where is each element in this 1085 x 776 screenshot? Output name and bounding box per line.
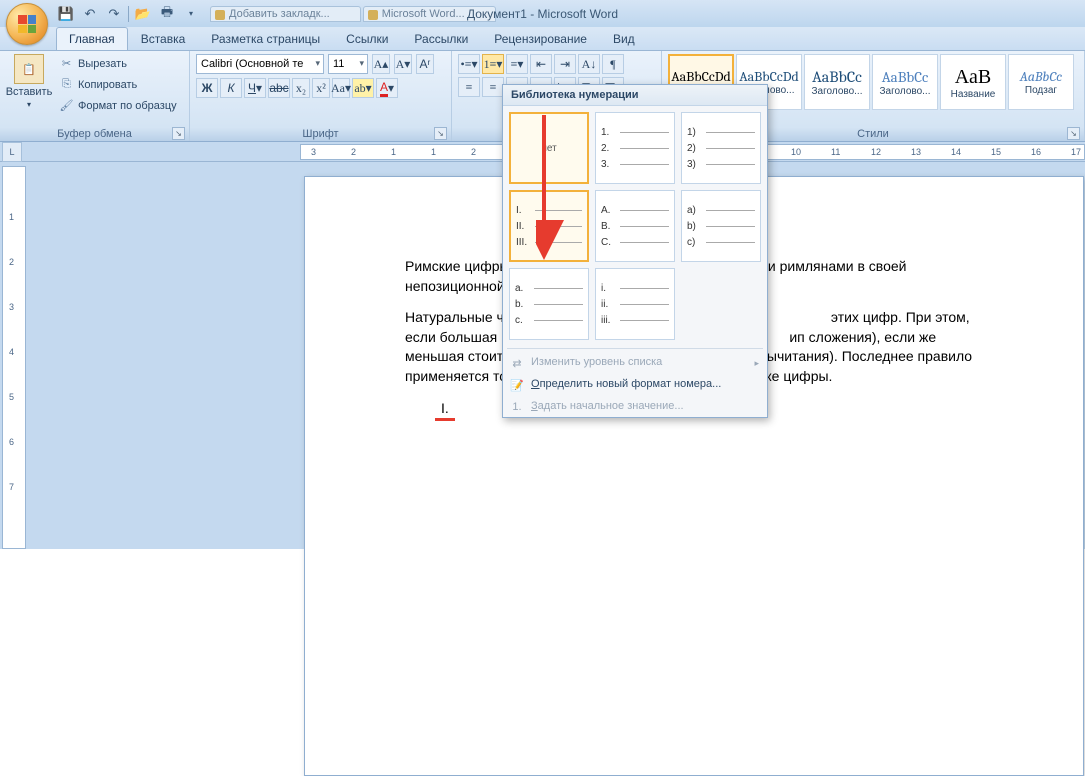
menu-change-level: ⇄ Изменить уровень списка▸ xyxy=(503,351,767,373)
scissors-icon: ✂ xyxy=(59,56,74,71)
highlight-button[interactable]: ab▾ xyxy=(352,78,374,98)
indent-dec-button[interactable]: ⇤ xyxy=(530,54,552,74)
numbering-header: Библиотека нумерации xyxy=(503,85,767,106)
tab-home[interactable]: Главная xyxy=(56,27,128,50)
vertical-ruler[interactable]: 1234567 xyxy=(2,166,26,549)
num-decimal-dot[interactable]: 1. 2. 3. xyxy=(595,112,675,184)
format-painter-button[interactable]: 🖌Формат по образцу xyxy=(56,96,180,115)
indent-inc-button[interactable]: ⇥ xyxy=(554,54,576,74)
clipboard-icon: 📋 xyxy=(14,54,44,84)
shrink-font-button[interactable]: A▾ xyxy=(394,54,412,74)
bold-button[interactable]: Ж xyxy=(196,78,218,98)
list-icon: 📝 xyxy=(509,377,525,393)
subscript-button[interactable]: x₂ xyxy=(292,78,310,98)
numbering-dropdown: Библиотека нумерации нет 1. 2. 3. 1) 2) … xyxy=(502,84,768,418)
tab-review[interactable]: Рецензирование xyxy=(481,27,600,50)
align-left-button[interactable]: ≡ xyxy=(458,77,480,97)
italic-button[interactable]: К xyxy=(220,78,242,98)
qat-redo-icon[interactable]: ↷ xyxy=(104,4,124,24)
menu-define-format[interactable]: 📝 Определить новый формат номера... xyxy=(503,373,767,395)
style-item-3[interactable]: AaBbCcЗаголово... xyxy=(872,54,938,110)
num-lower-alpha-paren[interactable]: a) b) c) xyxy=(681,190,761,262)
copy-icon: ⎘ xyxy=(59,77,74,92)
font-dialog-launch[interactable]: ↘ xyxy=(434,127,447,140)
superscript-button[interactable]: x² xyxy=(312,78,330,98)
clipboard-dialog-launch[interactable]: ↘ xyxy=(172,127,185,140)
indent-icon: ⇄ xyxy=(509,355,525,371)
change-case-button[interactable]: Aa▾ xyxy=(332,78,350,98)
paste-label: Вставить xyxy=(6,86,53,98)
style-item-5[interactable]: AaBbCcПодзаг xyxy=(1008,54,1074,110)
group-font-label: Шрифт↘ xyxy=(196,127,445,140)
group-clipboard-label: Буфер обмена↘ xyxy=(6,127,183,140)
font-name-combo[interactable]: Calibri (Основной те xyxy=(196,54,324,74)
tab-references[interactable]: Ссылки xyxy=(333,27,401,50)
eraser-icon: Aʳ xyxy=(420,57,431,71)
grow-font-button[interactable]: A▴ xyxy=(372,54,390,74)
qat-open-icon[interactable]: 📂 xyxy=(133,4,153,24)
qat-save-icon[interactable]: 💾 xyxy=(56,4,76,24)
copy-button[interactable]: ⎘Копировать xyxy=(56,75,180,94)
numbering-button[interactable]: 1≡▾ xyxy=(482,54,504,74)
show-marks-button[interactable]: ¶ xyxy=(602,54,624,74)
multilevel-button[interactable]: ≡▾ xyxy=(506,54,528,74)
bullets-button[interactable]: •≡▾ xyxy=(458,54,480,74)
tab-insert[interactable]: Вставка xyxy=(128,27,199,50)
num-upper-roman[interactable]: I. II. III. xyxy=(509,190,589,262)
menu-set-start: 1. Задать начальное значение... xyxy=(503,395,767,417)
num-decimal-paren[interactable]: 1) 2) 3) xyxy=(681,112,761,184)
brush-icon: 🖌 xyxy=(59,98,74,113)
num-lower-alpha-dot[interactable]: a. b. c. xyxy=(509,268,589,340)
font-color-button[interactable]: A▾ xyxy=(376,78,398,98)
tab-layout[interactable]: Разметка страницы xyxy=(198,27,333,50)
sort-button[interactable]: A↓ xyxy=(578,54,600,74)
window-title: Документ1 - Microsoft Word xyxy=(467,7,618,21)
qat-undo-icon[interactable]: ↶ xyxy=(80,4,100,24)
office-button[interactable] xyxy=(6,3,48,45)
style-item-2[interactable]: AaBbCcЗаголово... xyxy=(804,54,870,110)
paste-button[interactable]: 📋 Вставить ▾ xyxy=(6,54,52,127)
align-center-button[interactable]: ≡ xyxy=(482,77,504,97)
number-icon: 1. xyxy=(509,399,525,415)
underline-button[interactable]: Ч▾ xyxy=(244,78,266,98)
qat-menu-icon[interactable]: ▾ xyxy=(181,4,201,24)
qat-print-icon[interactable]: 🖶 xyxy=(157,4,177,24)
clear-formatting-button[interactable]: Aʳ xyxy=(416,54,434,74)
strike-button[interactable]: abc xyxy=(268,78,290,98)
bg-tab-1: Добавить закладк... xyxy=(210,6,361,22)
num-lower-roman[interactable]: i. ii. iii. xyxy=(595,268,675,340)
font-size-combo[interactable]: 11 xyxy=(328,54,368,74)
num-upper-alpha[interactable]: A. B. C. xyxy=(595,190,675,262)
styles-dialog-launch[interactable]: ↘ xyxy=(1067,127,1080,140)
num-none[interactable]: нет xyxy=(509,112,589,184)
tab-mailings[interactable]: Рассылки xyxy=(401,27,481,50)
style-item-4[interactable]: АаВНазвание xyxy=(940,54,1006,110)
tab-selector[interactable]: L xyxy=(2,142,22,162)
cut-button[interactable]: ✂Вырезать xyxy=(56,54,180,73)
tab-view[interactable]: Вид xyxy=(600,27,648,50)
